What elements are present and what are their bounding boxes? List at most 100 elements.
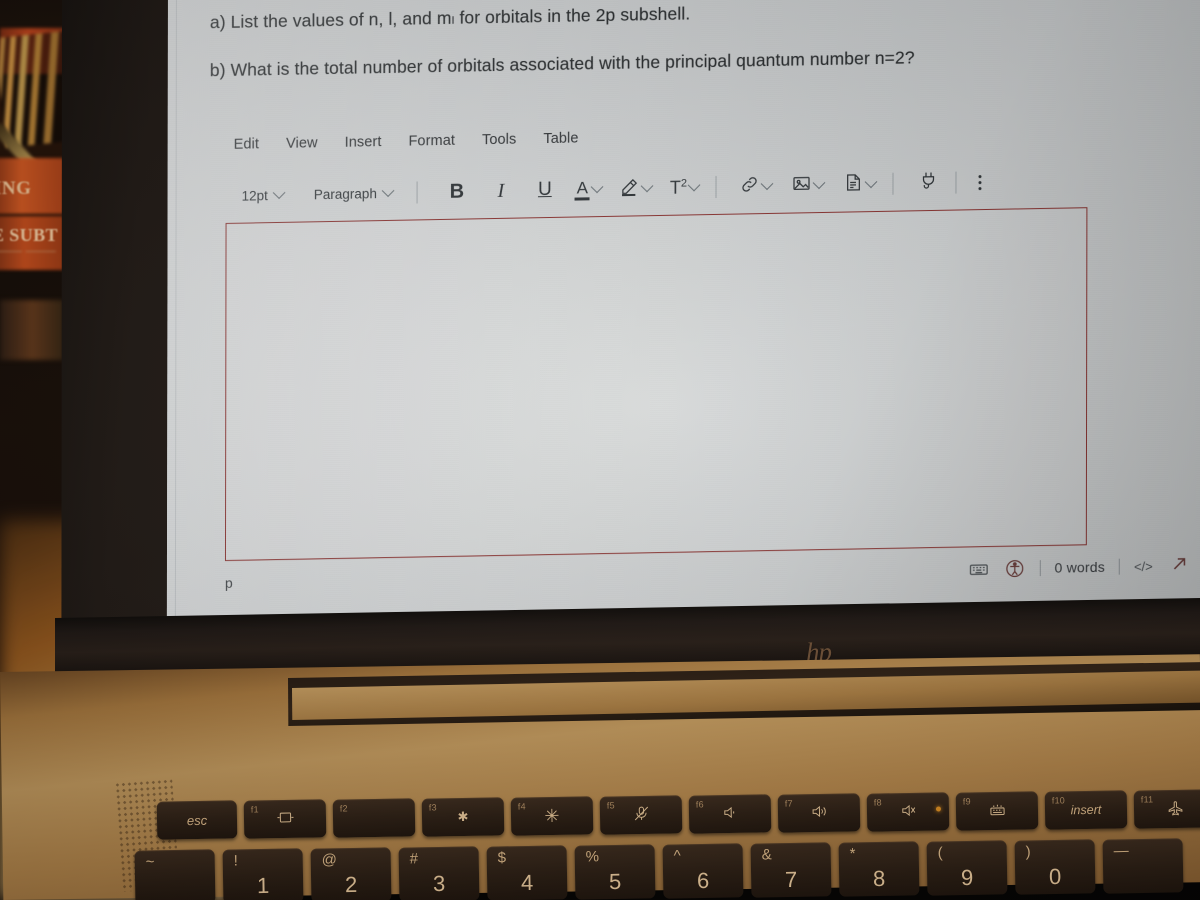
key-f3[interactable]: f3 ✱	[421, 797, 505, 837]
question-b: b) What is the total number of orbitals …	[209, 46, 915, 80]
key-f9[interactable]: f9	[955, 791, 1039, 831]
key-3[interactable]: # 3	[398, 846, 480, 900]
key-7-label: 7	[784, 866, 798, 893]
key-f3-fn-label: f3	[428, 802, 437, 813]
menu-tools[interactable]: Tools	[482, 132, 516, 149]
italic-button[interactable]: I	[484, 176, 518, 207]
menu-edit[interactable]: Edit	[234, 136, 259, 152]
key-0-label: 0	[1048, 863, 1062, 890]
chevron-down-icon	[273, 185, 286, 199]
key-2-shifted: @	[321, 851, 338, 869]
menu-table[interactable]: Table	[543, 131, 578, 148]
key-8[interactable]: * 8	[838, 841, 920, 897]
key-f6[interactable]: f6	[688, 794, 772, 834]
key-f8[interactable]: f8	[866, 792, 950, 832]
key-minus[interactable]: —	[1102, 838, 1184, 894]
editor-formatting-toolbar[interactable]: 12pt Paragraph B I U A T2	[234, 167, 994, 211]
key-f10-insert[interactable]: f10 insert	[1044, 790, 1128, 830]
editor-menubar[interactable]: Edit View Insert Format Tools Table	[234, 131, 579, 153]
key-1-label: 1	[256, 872, 270, 899]
display-switch-icon	[275, 809, 294, 829]
fullscreen-expand-icon[interactable]	[1167, 555, 1189, 575]
menu-format[interactable]: Format	[408, 133, 455, 150]
superscript-control[interactable]: T2	[667, 177, 702, 199]
key-7-shifted: &	[761, 846, 772, 864]
menu-view[interactable]: View	[286, 135, 318, 152]
toolbar-divider	[955, 171, 957, 194]
brightness-up-icon: ✳	[544, 805, 560, 826]
key-backtick-shifted: ~	[145, 853, 155, 871]
text-color-control[interactable]: A	[572, 177, 605, 201]
statusbar-divider	[1118, 558, 1120, 575]
key-f1[interactable]: f1	[243, 799, 327, 839]
kebab-dot	[978, 174, 982, 178]
kebab-dot	[978, 180, 982, 184]
font-size-dropdown[interactable]: 12pt	[234, 183, 292, 207]
kebab-dot	[978, 186, 982, 190]
block-format-dropdown[interactable]: Paragraph	[306, 181, 401, 206]
key-4[interactable]: $ 4	[486, 845, 568, 900]
key-6[interactable]: ^ 6	[662, 843, 744, 899]
key-esc[interactable]: esc	[156, 800, 238, 840]
plug-icon	[919, 170, 939, 196]
key-f4[interactable]: f4 ✳	[510, 796, 594, 836]
source-code-icon[interactable]: </>	[1134, 559, 1153, 574]
key-0[interactable]: ) 0	[1014, 839, 1096, 895]
key-f11-fn-label: f11	[1140, 794, 1154, 805]
answer-text-area[interactable]	[224, 207, 1088, 562]
key-7[interactable]: & 7	[750, 842, 832, 898]
photo-scene: ING E SUBT —— —— a) List the values of n…	[0, 0, 1200, 900]
underline-button[interactable]: U	[528, 175, 562, 206]
question-a: a) List the values of n, l, and mₗ for o…	[209, 3, 691, 33]
key-2-label: 2	[344, 871, 358, 898]
key-f5[interactable]: f5	[599, 795, 683, 835]
chevron-down-icon	[865, 174, 878, 188]
word-count-label: 0 words	[1054, 558, 1105, 576]
text-color-letter: A	[576, 177, 589, 198]
insert-image-control[interactable]	[789, 172, 827, 198]
keyboard-backlight-icon	[987, 801, 1006, 821]
key-9[interactable]: ( 9	[926, 840, 1008, 896]
key-f8-fn-label: f8	[873, 797, 882, 808]
key-backtick[interactable]: ~	[134, 849, 216, 900]
chevron-down-icon	[641, 179, 654, 192]
highlight-color-control[interactable]	[617, 176, 655, 202]
key-5[interactable]: % 5	[574, 844, 656, 900]
block-format-value: Paragraph	[313, 185, 377, 202]
keyboard-shortcuts-icon[interactable]	[968, 559, 990, 579]
content-left-edge	[174, 0, 177, 628]
key-4-shifted: $	[497, 849, 507, 867]
key-minus-shifted: —	[1113, 842, 1129, 860]
browser-page: a) List the values of n, l, and mₗ for o…	[166, 0, 1200, 629]
chevron-down-icon	[591, 179, 604, 193]
menu-insert[interactable]: Insert	[345, 134, 382, 151]
bookshelf-book	[0, 300, 64, 360]
key-f11[interactable]: f11	[1133, 789, 1200, 829]
key-3-label: 3	[432, 870, 446, 897]
brightness-down-icon: ✱	[457, 808, 469, 825]
embed-plugin-button[interactable]	[912, 168, 946, 199]
key-2[interactable]: @ 2	[310, 847, 392, 900]
key-8-shifted: *	[849, 845, 856, 863]
key-f2[interactable]: f2	[332, 798, 416, 838]
key-f7[interactable]: f7	[777, 793, 861, 833]
laptop-keyboard[interactable]: esc f1 f2 f3 ✱ f4 ✳ f5 f6 f7 f8 f9 f10 i…	[0, 775, 1200, 900]
key-insert-label: insert	[1070, 802, 1102, 818]
accessibility-check-icon[interactable]	[1004, 558, 1026, 578]
bold-button[interactable]: B	[440, 176, 474, 207]
image-icon	[792, 173, 812, 198]
statusbar-right-group: 0 words </>	[968, 555, 1200, 580]
key-1[interactable]: ! 1	[222, 848, 304, 900]
more-options-button[interactable]	[967, 170, 994, 193]
volume-down-icon	[720, 804, 739, 824]
text-color-swatch	[574, 196, 590, 201]
chevron-down-icon	[761, 176, 774, 190]
insert-document-control[interactable]	[841, 172, 879, 198]
key-6-label: 6	[696, 867, 710, 894]
key-f10-fn-label: f10	[1051, 795, 1066, 806]
link-icon	[740, 174, 760, 199]
insert-link-control[interactable]	[737, 173, 775, 199]
key-f9-fn-label: f9	[962, 796, 971, 807]
element-path-breadcrumb[interactable]: p	[225, 575, 233, 591]
key-5-shifted: %	[585, 848, 600, 866]
